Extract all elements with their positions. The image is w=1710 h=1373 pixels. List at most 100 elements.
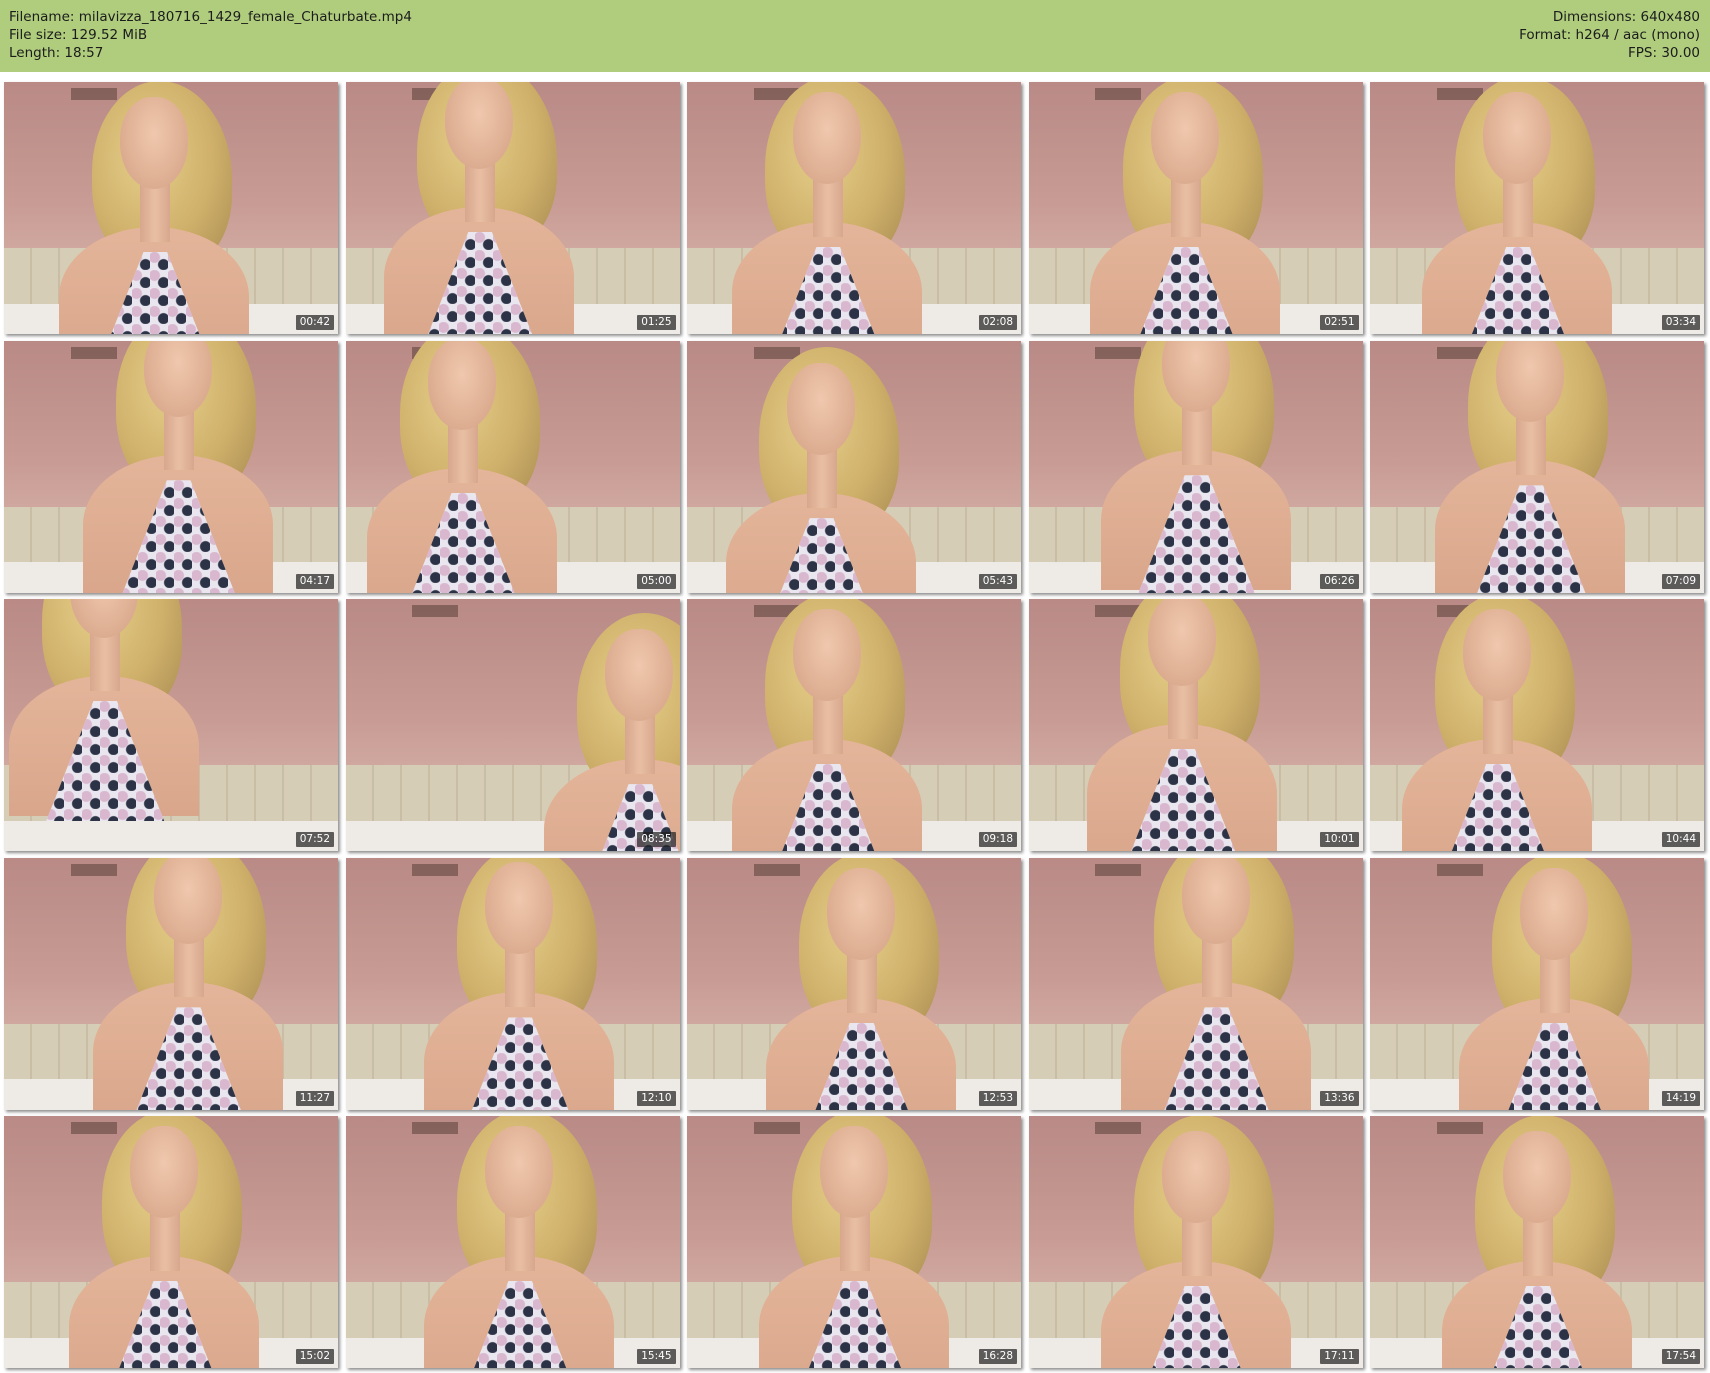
wall-picture (70, 863, 117, 876)
video-thumbnail[interactable]: 13:36 (1028, 857, 1363, 1110)
format-line: Format: h264 / aac (mono) (1519, 27, 1700, 43)
info-header: Filename: milavizza_180716_1429_female_C… (0, 0, 1710, 72)
filename-line: Filename: milavizza_180716_1429_female_C… (9, 9, 412, 25)
wall-picture (1095, 88, 1142, 100)
timestamp-label: 01:25 (637, 315, 676, 330)
video-thumbnail[interactable]: 05:43 (687, 340, 1021, 593)
wall-picture (1095, 1122, 1142, 1134)
dimensions-line: Dimensions: 640x480 (1552, 9, 1700, 25)
video-thumbnail[interactable]: 11:27 (4, 857, 338, 1110)
face (1519, 867, 1588, 960)
video-thumbnail[interactable]: 12:10 (345, 857, 680, 1110)
neck (173, 937, 204, 998)
neck (505, 947, 536, 1008)
video-thumbnail[interactable]: 10:01 (1028, 599, 1363, 851)
video-thumbnail[interactable]: 09:18 (687, 599, 1021, 851)
timestamp-label: 05:43 (978, 573, 1017, 589)
video-thumbnail[interactable]: 15:02 (4, 1116, 338, 1368)
thumbnail-frame (345, 82, 680, 334)
wall-picture (412, 605, 459, 617)
timestamp-label: 15:45 (637, 1349, 676, 1364)
neck (806, 448, 837, 509)
wall-picture (412, 1122, 459, 1134)
face (786, 363, 855, 456)
neck (1502, 177, 1533, 237)
video-thumbnail[interactable]: 12:53 (687, 857, 1021, 1110)
thumbnail-frame (687, 857, 1021, 1110)
thumbnail-frame (4, 1116, 338, 1368)
face (1161, 1131, 1230, 1224)
video-thumbnail[interactable]: 15:45 (345, 1116, 680, 1368)
neck (465, 161, 496, 222)
video-thumbnail[interactable]: 05:00 (345, 340, 680, 593)
timestamp-label: 17:54 (1661, 1349, 1700, 1364)
face (1181, 857, 1250, 945)
video-thumbnail[interactable]: 06:26 (1028, 340, 1363, 593)
timestamp-label: 00:42 (295, 315, 334, 330)
video-thumbnail[interactable]: 10:44 (1370, 599, 1704, 851)
video-thumbnail[interactable]: 08:35 (345, 599, 680, 851)
timestamp-label: 17:11 (1320, 1349, 1359, 1364)
neck (140, 182, 171, 243)
wall-picture (1095, 346, 1142, 359)
face (826, 867, 895, 960)
timestamp-label: 15:02 (295, 1349, 334, 1364)
neck (1523, 1216, 1553, 1277)
neck (846, 952, 877, 1013)
neck (840, 1211, 870, 1271)
thumbnail-frame (345, 340, 680, 593)
video-thumbnail[interactable]: 03:34 (1370, 82, 1704, 334)
thumbnail-frame (4, 857, 338, 1110)
thumbnail-frame (1028, 857, 1363, 1110)
thumbnail-frame (1028, 340, 1363, 593)
wall-picture (70, 1122, 117, 1134)
wall-picture (1436, 346, 1483, 359)
neck (1168, 678, 1199, 739)
face (1151, 92, 1220, 184)
video-thumbnail[interactable]: 07:09 (1370, 340, 1704, 593)
wall-picture (1436, 1122, 1483, 1134)
neck (1181, 1216, 1212, 1277)
thumbnail-frame (1370, 82, 1704, 334)
neck (150, 1211, 181, 1271)
thumbnail-frame (345, 599, 680, 851)
timestamp-label: 04:17 (295, 573, 334, 589)
thumbnail-frame (1028, 599, 1363, 851)
wall-picture (753, 863, 800, 876)
face (1503, 1131, 1571, 1224)
neck (1201, 937, 1232, 998)
thumbnail-frame (1370, 1116, 1704, 1368)
video-thumbnail[interactable]: 17:11 (1028, 1116, 1363, 1368)
timestamp-label: 07:09 (1661, 573, 1700, 589)
timestamp-label: 10:01 (1320, 832, 1359, 847)
thumbnail-frame (687, 1116, 1021, 1368)
face (793, 609, 862, 701)
video-thumbnail[interactable]: 17:54 (1370, 1116, 1704, 1368)
wall-picture (1095, 863, 1142, 876)
neck (1171, 177, 1202, 237)
neck (813, 694, 844, 754)
neck (505, 1211, 536, 1271)
timestamp-label: 12:10 (637, 1090, 676, 1106)
timestamp-label: 07:52 (295, 832, 334, 847)
timestamp-label: 02:08 (978, 315, 1017, 330)
thumbnail-frame (687, 82, 1021, 334)
video-thumbnail[interactable]: 07:52 (4, 599, 338, 851)
wall-picture (412, 863, 459, 876)
bed-sheet (4, 820, 338, 851)
video-thumbnail[interactable]: 02:51 (1028, 82, 1363, 334)
timestamp-label: 06:26 (1320, 573, 1359, 589)
video-thumbnail[interactable]: 02:08 (687, 82, 1021, 334)
video-thumbnail[interactable]: 16:28 (687, 1116, 1021, 1368)
video-thumbnail[interactable]: 14:19 (1370, 857, 1704, 1110)
face (485, 1126, 554, 1218)
video-thumbnail[interactable]: 00:42 (4, 82, 338, 334)
length-line: Length: 18:57 (9, 45, 104, 61)
video-thumbnail[interactable]: 04:17 (4, 340, 338, 593)
wall-picture (1436, 863, 1483, 876)
face (1482, 92, 1551, 184)
thumbnail-frame (1370, 340, 1704, 593)
timestamp-label: 08:35 (637, 832, 676, 847)
timestamp-label: 11:27 (295, 1090, 334, 1106)
video-thumbnail[interactable]: 01:25 (345, 82, 680, 334)
